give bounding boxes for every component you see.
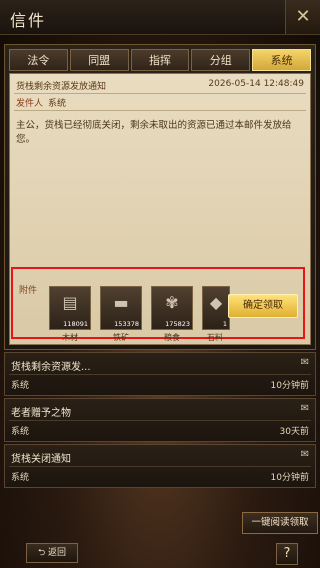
list-item-sender: 系统 (11, 473, 30, 483)
back-label: 返回 (48, 548, 67, 558)
attachment-wood[interactable]: ▤ 118091 (49, 286, 91, 330)
list-item-time: 30天前 (279, 427, 309, 437)
sender-row: 发件人 系统 (14, 93, 306, 111)
list-item[interactable]: 老者赠予之物 ✉ 系统 30天前 (4, 398, 316, 442)
mail-list: 货栈剩余资源发... ✉ 系统 10分钟前 老者赠予之物 ✉ 系统 30天前 货… (4, 352, 316, 490)
list-item-time: 10分钟前 (270, 381, 309, 391)
envelope-icon: ✉ (300, 403, 309, 414)
attachment-qty: 118091 (63, 320, 88, 328)
attachment-qty: 1 (222, 320, 227, 328)
attachment-name: 木材 (62, 333, 78, 342)
tab-decree[interactable]: 法令 (9, 49, 68, 71)
attachment-qty: 175823 (165, 320, 190, 328)
divider (9, 420, 311, 421)
claim-button[interactable]: 确定领取 (228, 294, 298, 318)
attachment-stone[interactable]: ◆ 1 (202, 286, 230, 330)
list-item-title: 货栈剩余资源发... (11, 362, 91, 373)
list-item-title: 货栈关闭通知 (11, 454, 71, 465)
list-item[interactable]: 货栈关闭通知 ✉ 系统 10分钟前 (4, 444, 316, 488)
title-bar: 信件 ✕ (0, 0, 320, 35)
list-item-sender: 系统 (11, 381, 30, 391)
envelope-icon: ✉ (300, 449, 309, 460)
tab-group[interactable]: 分组 (191, 49, 251, 71)
open-envelope-icon: ✉ (300, 357, 309, 368)
back-arrow-icon: ⮌ (37, 548, 46, 558)
list-item[interactable]: 货栈剩余资源发... ✉ 系统 10分钟前 (4, 352, 316, 396)
attachment-name: 粮食 (164, 333, 180, 342)
mail-date: 2026-05-14 12:48:49 (208, 79, 304, 89)
help-button[interactable]: ? (276, 543, 298, 565)
sender-label: 发件人 (16, 99, 44, 109)
iron-ore-icon: ▬ (113, 293, 129, 312)
list-item-time: 10分钟前 (270, 473, 309, 483)
tab-alliance[interactable]: 同盟 (69, 49, 129, 71)
list-item-sender: 系统 (11, 427, 30, 437)
close-button[interactable]: ✕ (285, 0, 320, 34)
mail-subject: 货栈剩余资源发放通知 (16, 82, 107, 92)
divider (9, 374, 311, 375)
back-button[interactable]: ⮌ 返回 (26, 543, 78, 563)
attachment-name: 铁矿 (113, 333, 129, 342)
attachment-grain[interactable]: ✾ 175823 (151, 286, 193, 330)
tab-command[interactable]: 指挥 (130, 49, 190, 71)
sender-name: 系统 (48, 99, 67, 109)
stone-icon: ◆ (209, 293, 223, 312)
close-icon: ✕ (295, 6, 311, 27)
list-item-title: 老者赠予之物 (11, 408, 71, 419)
attachment-qty: 153378 (114, 320, 139, 328)
read-all-button[interactable]: 一键阅读领取 (242, 512, 318, 534)
wood-icon: ▤ (62, 293, 78, 312)
attachment-name: 石料 (207, 333, 223, 342)
attachment-label: 附件 (19, 286, 38, 296)
mail-body: 主公，货栈已经彻底关闭，剩余未取出的资源已通过本邮件发放给您。 (16, 120, 292, 145)
window-title: 信件 (10, 11, 47, 30)
tab-system[interactable]: 系统 (252, 49, 311, 71)
divider (9, 466, 311, 467)
attachment-iron[interactable]: ▬ 153378 (100, 286, 142, 330)
grain-icon: ✾ (165, 293, 179, 312)
tab-bar: 法令 同盟 指挥 分组 系统 (9, 49, 311, 71)
